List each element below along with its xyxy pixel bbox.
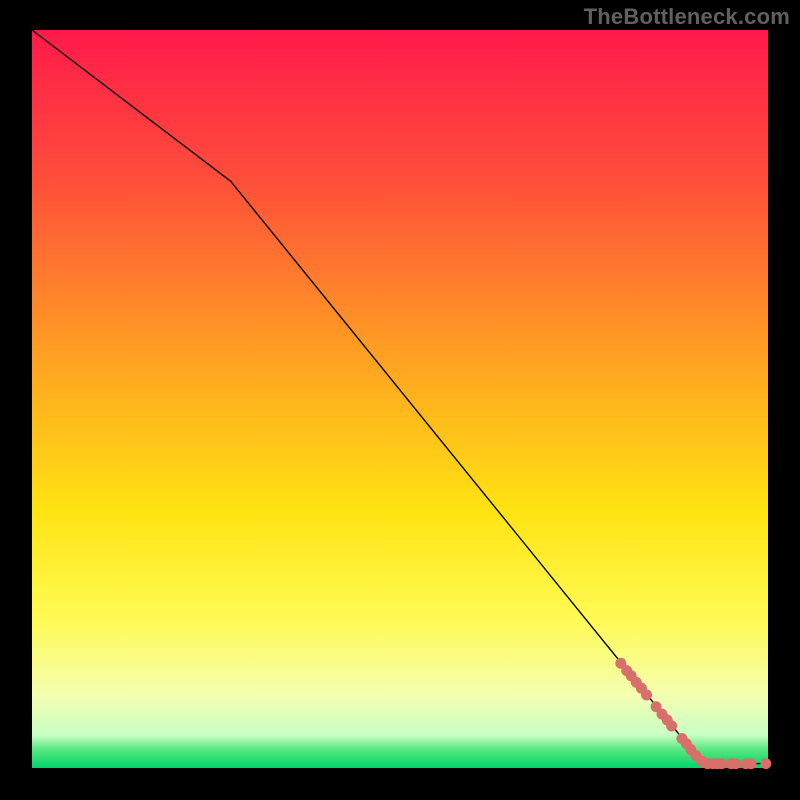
plot-background [32, 30, 768, 768]
marker-point [666, 720, 677, 731]
marker-point [730, 758, 741, 769]
chart-svg [0, 0, 800, 800]
watermark-label: TheBottleneck.com [584, 4, 790, 30]
marker-point [746, 758, 757, 769]
marker-point [641, 689, 652, 700]
marker-point [760, 758, 771, 769]
marker-point [716, 758, 727, 769]
chart-stage: TheBottleneck.com [0, 0, 800, 800]
